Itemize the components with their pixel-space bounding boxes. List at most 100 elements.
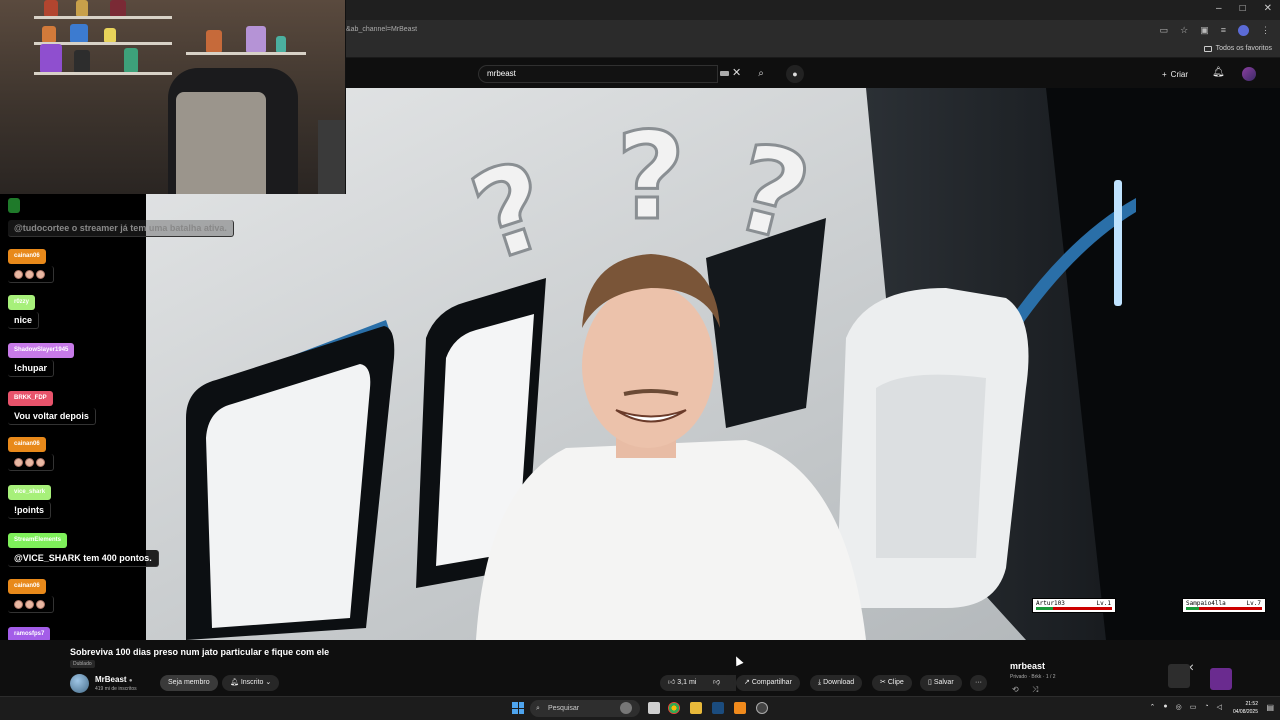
purple-creature-sprite bbox=[1210, 668, 1232, 690]
clip-label: Clipe bbox=[887, 679, 904, 686]
chat-message-text: @VICE_SHARK tem 400 pontos. bbox=[8, 550, 159, 567]
verified-icon: ● bbox=[128, 678, 133, 684]
save-label: Salvar bbox=[933, 679, 954, 686]
volume-icon[interactable]: ◁ bbox=[1217, 703, 1222, 711]
chat-username[interactable]: cainan06 bbox=[8, 579, 46, 594]
player2-hp-bar bbox=[1186, 607, 1262, 610]
monitor bbox=[318, 120, 345, 194]
emote-icon bbox=[25, 458, 34, 468]
emote-icon bbox=[14, 600, 23, 610]
shelf bbox=[186, 52, 306, 55]
shuffle-icon[interactable]: ⤨ bbox=[1032, 685, 1038, 695]
emote-icon bbox=[25, 600, 34, 610]
network-icon[interactable]: ◎ bbox=[1176, 703, 1182, 711]
chat-username[interactable]: BRKK_FDP bbox=[8, 391, 53, 406]
steam-icon[interactable] bbox=[712, 702, 724, 714]
search-input[interactable]: mrbeast bbox=[478, 65, 718, 83]
shelf bbox=[34, 16, 172, 19]
chat-message-text bbox=[8, 454, 54, 472]
chat-username[interactable]: cainan06 bbox=[8, 249, 46, 264]
subscribed-button[interactable]: 🔔︎ Inscrito ⌄ bbox=[222, 675, 280, 691]
channel-name-text: MrBeast bbox=[95, 675, 127, 684]
bell-icon: 🔔︎ bbox=[230, 679, 239, 686]
share-button[interactable]: ↗ Compartilhar bbox=[736, 675, 800, 691]
maximize-button[interactable]: □ bbox=[1240, 3, 1246, 14]
search-icon: ⌕ bbox=[536, 705, 540, 712]
file-explorer-icon[interactable] bbox=[690, 702, 702, 714]
menu-icon[interactable]: ⋮ bbox=[1261, 25, 1270, 36]
account-avatar[interactable] bbox=[1242, 67, 1256, 81]
playlist-panel: mrbeast Privado · Brkk · 1 / 2 ✕ ⟲ ⤨ bbox=[1002, 654, 1272, 696]
clear-search-icon[interactable]: ✕ bbox=[732, 66, 741, 79]
vlc-icon[interactable] bbox=[734, 702, 746, 714]
bookmark-star-icon[interactable]: ☆ bbox=[1180, 25, 1188, 36]
download-button[interactable]: ⤓ Download bbox=[810, 675, 863, 691]
sidebar-icon[interactable]: ≡ bbox=[1221, 25, 1226, 36]
chat-message: StreamElements @VICE_SHARK tem 400 pontos… bbox=[8, 528, 159, 567]
chat-username[interactable]: ShadowSlayer1945 bbox=[8, 343, 75, 358]
mic-tray-icon[interactable]: ● bbox=[1163, 703, 1167, 711]
figure bbox=[76, 0, 88, 16]
wifi-icon[interactable]: ◔ bbox=[1204, 703, 1208, 711]
thumbs-down-icon: 👎︎ bbox=[713, 679, 721, 686]
emote-icon bbox=[36, 458, 45, 468]
dislike-button[interactable]: 👎︎ bbox=[704, 675, 734, 691]
player1-hp-fill bbox=[1036, 607, 1053, 610]
minimize-button[interactable]: – bbox=[1216, 3, 1222, 14]
notifications-bell-icon[interactable]: 🔔︎ bbox=[1212, 67, 1225, 78]
chat-username[interactable]: vice_shark bbox=[8, 485, 52, 500]
playlist-title[interactable]: mrbeast bbox=[1010, 661, 1045, 671]
chat-username[interactable]: r0zzy bbox=[8, 295, 36, 310]
player2-level: Lv.7 bbox=[1246, 600, 1261, 607]
windows-taskbar: ⌕ Pesquisar ⌃ ● ◎ ▭ ◔ ◁ 21:52 04/08/2025… bbox=[0, 696, 1280, 720]
save-button[interactable]: ▯ Salvar bbox=[920, 675, 962, 691]
chrome-icon[interactable] bbox=[668, 702, 680, 714]
display-icon[interactable]: ▭ bbox=[1190, 703, 1197, 711]
create-button[interactable]: + Criar bbox=[1162, 67, 1188, 81]
playlist-meta: Privado · Brkk · 1 / 2 bbox=[1010, 674, 1056, 680]
chat-message-text: Vou voltar depois bbox=[8, 408, 96, 425]
loop-icon[interactable]: ⟲ bbox=[1012, 685, 1019, 694]
search-icon[interactable]: ⌕ bbox=[750, 65, 772, 83]
chat-message: r0zzy nice bbox=[8, 290, 40, 329]
figure bbox=[104, 28, 116, 42]
keyboard-icon[interactable] bbox=[720, 71, 729, 76]
close-window-button[interactable]: ✕ bbox=[1264, 3, 1272, 14]
streamer-webcam bbox=[0, 0, 346, 194]
video-title: Sobreviva 100 dias preso num jato partic… bbox=[70, 647, 330, 657]
download-icon: ⤓ bbox=[818, 679, 822, 686]
join-button[interactable]: Seja membro bbox=[160, 675, 218, 691]
notifications-icon[interactable]: ▤ bbox=[1266, 703, 1274, 712]
chat-message: cainan06 bbox=[8, 432, 54, 472]
emote-icon bbox=[14, 458, 23, 468]
clip-button[interactable]: ✂ Clipe bbox=[872, 675, 912, 691]
player2-name: Sampaio4lla bbox=[1186, 600, 1226, 607]
chat-username[interactable]: cainan06 bbox=[8, 437, 46, 452]
chat-username[interactable]: StreamElements bbox=[8, 533, 68, 548]
chat-message-text bbox=[8, 596, 54, 614]
channel-avatar[interactable] bbox=[70, 674, 89, 693]
chat-message: ShadowSlayer1945 !chupar bbox=[8, 338, 75, 377]
figure bbox=[44, 0, 58, 16]
chat-username[interactable] bbox=[8, 198, 20, 213]
start-icon[interactable] bbox=[512, 702, 524, 714]
tray-chevron-icon[interactable]: ⌃ bbox=[1150, 703, 1156, 711]
folder-icon bbox=[1203, 45, 1212, 52]
emote-icon bbox=[36, 600, 45, 610]
figure bbox=[70, 24, 88, 42]
taskbar-clock[interactable]: 21:52 04/08/2025 bbox=[1233, 700, 1258, 716]
url-text[interactable]: &ab_channel=MrBeast bbox=[346, 26, 417, 33]
profile-icon[interactable] bbox=[1238, 25, 1249, 36]
all-bookmarks-button[interactable]: Todos os favoritos bbox=[1203, 45, 1272, 52]
channel-name[interactable]: MrBeast ● bbox=[95, 675, 132, 684]
more-actions-button[interactable]: ··· bbox=[970, 675, 987, 691]
widgets-icon[interactable] bbox=[620, 702, 632, 714]
taskbar-search-placeholder: Pesquisar bbox=[548, 705, 580, 712]
obs-icon[interactable] bbox=[756, 702, 768, 714]
extensions-icon[interactable]: ▣ bbox=[1200, 25, 1209, 36]
microphone-icon[interactable]: ● bbox=[786, 65, 804, 83]
subscribed-label: Inscrito bbox=[240, 679, 264, 686]
cast-icon[interactable]: ▭ bbox=[1160, 25, 1169, 36]
task-view-icon[interactable] bbox=[648, 702, 660, 714]
browser-toolbar-icons: ▭ ☆ ▣ ≡ ⋮ bbox=[1160, 25, 1270, 36]
